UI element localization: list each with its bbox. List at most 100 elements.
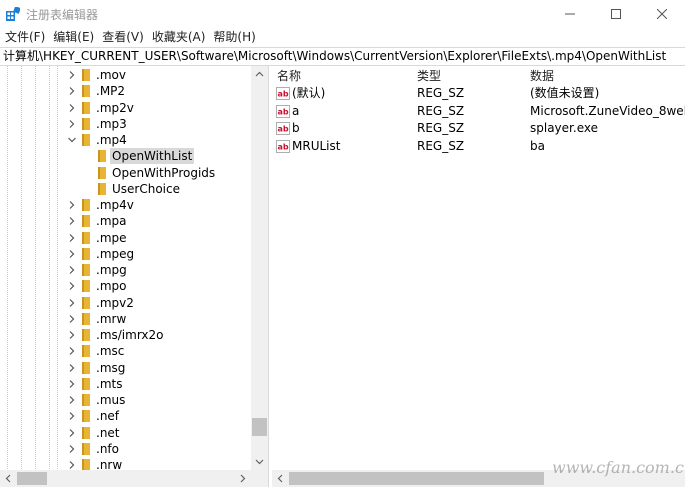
value-type: REG_SZ: [417, 103, 465, 118]
column-header-name[interactable]: 名称: [277, 68, 301, 85]
tree-item[interactable]: .mpo: [0, 278, 250, 294]
tree-vertical-scrollbar[interactable]: [251, 66, 268, 470]
maximize-button[interactable]: [593, 0, 639, 28]
folder-icon: [82, 377, 90, 390]
folder-icon: [82, 231, 90, 244]
chevron-right-icon[interactable]: [66, 343, 78, 359]
folder-icon: [98, 150, 106, 163]
watermark: www.cfan.com.cn: [552, 458, 685, 477]
tree-item[interactable]: .mpe: [0, 230, 250, 246]
svg-text:ab: ab: [278, 107, 289, 116]
tree-vscroll-thumb[interactable]: [252, 418, 267, 436]
value-name: a: [292, 103, 300, 118]
folder-icon: [82, 394, 90, 406]
chevron-right-icon[interactable]: [66, 246, 78, 262]
chevron-right-icon[interactable]: [66, 425, 78, 441]
tree-item-label: .ms/imrx2o: [96, 328, 164, 342]
tree-item[interactable]: .mpv2: [0, 295, 250, 311]
menu-help[interactable]: 帮助(H): [209, 28, 259, 47]
tree-item[interactable]: OpenWithList: [0, 148, 250, 165]
tree-horizontal-scrollbar[interactable]: [0, 470, 268, 487]
folder-icon: [82, 69, 90, 81]
value-row[interactable]: ab MRUList REG_SZ ba: [272, 138, 685, 155]
tree-item[interactable]: .mp3: [0, 116, 250, 132]
tree-item-label: .MP2: [96, 84, 126, 99]
chevron-right-icon[interactable]: [66, 83, 78, 99]
value-type: REG_SZ: [417, 121, 465, 135]
value-name: MRUList: [292, 138, 341, 153]
chevron-right-icon[interactable]: [66, 116, 78, 132]
tree-item[interactable]: .mus: [0, 392, 250, 408]
close-icon: [657, 9, 667, 19]
tree-item[interactable]: .mts: [0, 376, 250, 392]
menu-edit[interactable]: 编辑(E): [49, 28, 98, 47]
tree-item[interactable]: .net: [0, 425, 250, 441]
tree-item[interactable]: .mpa: [0, 213, 250, 229]
minimize-button[interactable]: [547, 0, 593, 28]
tree-item[interactable]: .nfo: [0, 441, 250, 457]
address-bar[interactable]: 计算机\HKEY_CURRENT_USER\Software\Microsoft…: [0, 47, 685, 66]
chevron-right-icon[interactable]: [66, 295, 78, 311]
tree-item[interactable]: .mpg: [0, 262, 250, 278]
tree-item[interactable]: .MP2: [0, 83, 250, 99]
window-title: 注册表编辑器: [26, 8, 99, 22]
close-button[interactable]: [639, 0, 685, 28]
value-row[interactable]: ab b REG_SZ splayer.exe: [272, 120, 685, 137]
tree-item[interactable]: .mpeg: [0, 246, 250, 262]
scroll-down-arrow-icon[interactable]: [251, 453, 268, 470]
reg-string-icon: ab: [276, 122, 290, 135]
folder-icon: [82, 410, 90, 423]
column-header-data[interactable]: 数据: [530, 68, 554, 85]
column-header-type[interactable]: 类型: [417, 68, 441, 85]
tree-item-label: .mp3: [96, 116, 127, 131]
chevron-right-icon[interactable]: [66, 262, 78, 278]
chevron-right-icon[interactable]: [66, 100, 78, 116]
tree-item[interactable]: .mrw: [0, 311, 250, 327]
chevron-right-icon[interactable]: [66, 230, 78, 246]
tree-item-label: .mpe: [96, 230, 127, 245]
value-row[interactable]: aba REG_SZ Microsoft.ZuneVideo_8wekyb: [272, 103, 685, 120]
chevron-right-icon[interactable]: [66, 327, 78, 343]
tree-hscroll-thumb[interactable]: [17, 472, 47, 485]
scroll-left-arrow-icon[interactable]: [0, 470, 17, 487]
chevron-right-icon[interactable]: [66, 376, 78, 392]
chevron-right-icon[interactable]: [66, 311, 78, 327]
scroll-right-arrow-icon[interactable]: [234, 470, 251, 487]
chevron-right-icon[interactable]: [66, 408, 78, 424]
value-data: (数值未设置): [530, 86, 600, 100]
tree-item-label: .nef: [96, 409, 120, 424]
folder-icon: [82, 134, 90, 146]
chevron-right-icon[interactable]: [66, 67, 78, 83]
tree-item[interactable]: .mp2v: [0, 100, 250, 116]
chevron-right-icon[interactable]: [66, 278, 78, 294]
tree-item[interactable]: .msc: [0, 343, 250, 359]
menu-favorites[interactable]: 收藏夹(A): [148, 28, 210, 47]
svg-text:ab: ab: [278, 142, 289, 151]
chevron-right-icon[interactable]: [66, 441, 78, 457]
tree-item[interactable]: .mp4: [0, 132, 250, 148]
chevron-down-icon[interactable]: [66, 132, 78, 148]
tree-item[interactable]: .ms/imrx2o: [0, 327, 250, 343]
menu-file[interactable]: 文件(F): [0, 28, 49, 47]
values-hscroll-thumb[interactable]: [289, 472, 544, 485]
folder-icon: [82, 442, 90, 455]
tree-item[interactable]: UserChoice: [0, 181, 250, 197]
chevron-right-icon[interactable]: [66, 392, 78, 408]
chevron-right-icon[interactable]: [66, 360, 78, 376]
scroll-left-arrow-icon[interactable]: [272, 470, 289, 487]
tree-item-label: .mov: [96, 68, 126, 82]
menu-view[interactable]: 查看(V): [98, 28, 148, 47]
tree-item[interactable]: OpenWithProgids: [0, 165, 250, 181]
tree-item[interactable]: .mov: [0, 67, 250, 83]
chevron-right-icon[interactable]: [66, 213, 78, 229]
tree-item-label: UserChoice: [112, 181, 180, 196]
tree-item[interactable]: .mp4v: [0, 197, 250, 213]
reg-string-icon: ab: [276, 87, 290, 100]
tree-item-label: .mus: [96, 393, 126, 407]
value-row[interactable]: ab (默认) REG_SZ (数值未设置): [272, 85, 685, 102]
tree-item[interactable]: .msg: [0, 360, 250, 376]
scroll-up-arrow-icon[interactable]: [251, 66, 268, 83]
chevron-right-icon[interactable]: [66, 197, 78, 213]
registry-editor-icon: [6, 7, 20, 21]
tree-item[interactable]: .nef: [0, 408, 250, 424]
